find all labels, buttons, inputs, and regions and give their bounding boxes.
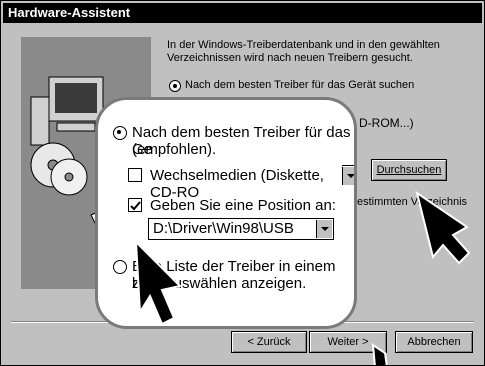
hardware-wizard-window: Hardware-Assistent In der Windows-Treibe… xyxy=(0,0,485,366)
arrow-icon xyxy=(415,190,471,265)
arrow-icon xyxy=(371,343,388,365)
pointer-arrows xyxy=(371,190,471,365)
